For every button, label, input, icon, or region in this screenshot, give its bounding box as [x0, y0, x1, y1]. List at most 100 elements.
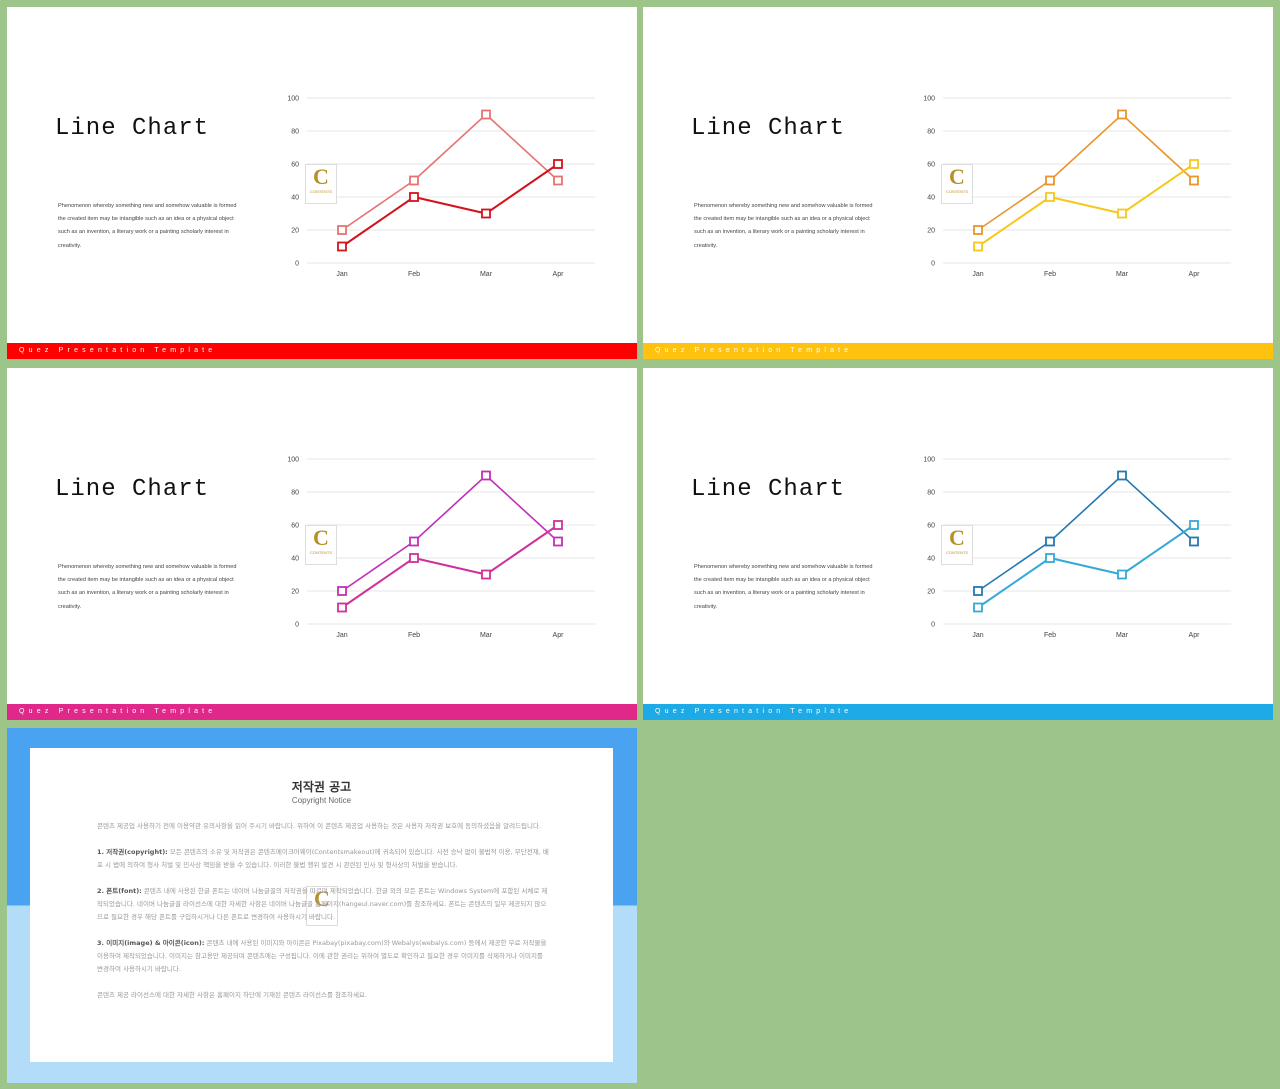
- data-point-marker: [1045, 553, 1055, 563]
- logo-letter: C: [313, 525, 329, 550]
- data-point-marker: [973, 602, 983, 613]
- logo: C CONTENTS: [305, 164, 337, 204]
- slide-magenta: Line Chart Phenomenon whereby something …: [7, 368, 637, 720]
- data-point-marker: [481, 470, 491, 481]
- copyright-item: 1. 저작권(copyright): 모든 콘텐츠의 소유 및 저작권은 콘텐츠…: [97, 846, 549, 872]
- series-line-2: [977, 163, 1195, 248]
- copyright-item: 2. 폰트(font): 콘텐츠 내에 사용된 한글 폰트는 네이버 나눔글꼴의…: [97, 885, 549, 924]
- y-tick-label: 40: [291, 195, 299, 202]
- x-tick-label: Feb: [1044, 632, 1056, 639]
- y-tick-label: 80: [927, 129, 935, 136]
- copyright-subtitle: Copyright Notice: [291, 796, 352, 805]
- y-tick-label: 0: [295, 622, 299, 629]
- data-point-marker: [1045, 192, 1055, 202]
- data-point-marker: [1045, 536, 1055, 547]
- y-tick-label: 60: [291, 162, 299, 169]
- data-point-marker: [337, 602, 347, 613]
- series-line-2: [341, 524, 559, 609]
- series-line-1: [977, 113, 1195, 231]
- data-point-marker: [409, 175, 419, 186]
- y-tick-label: 60: [927, 523, 935, 530]
- y-tick-label: 0: [295, 261, 299, 268]
- data-point-marker: [1117, 569, 1127, 580]
- data-point-marker: [973, 586, 983, 596]
- data-point-marker: [409, 536, 419, 547]
- x-tick-label: Feb: [408, 271, 420, 278]
- y-tick-label: 0: [931, 261, 935, 268]
- data-point-marker: [553, 159, 563, 169]
- slide-red: Line Chart Phenomenon whereby something …: [7, 7, 637, 359]
- y-tick-label: 80: [291, 129, 299, 136]
- y-tick-label: 20: [927, 228, 935, 235]
- series-line-2: [977, 524, 1195, 609]
- logo-letter: C: [313, 164, 329, 189]
- x-tick-label: Jan: [972, 271, 983, 278]
- logo-text: CONTENTS: [946, 189, 968, 194]
- x-tick-label: Feb: [408, 632, 420, 639]
- data-point-marker: [481, 109, 491, 120]
- item-label: 1. 저작권(copyright):: [97, 848, 168, 856]
- data-point-marker: [481, 208, 491, 219]
- y-tick-label: 100: [923, 457, 935, 464]
- y-tick-label: 80: [927, 490, 935, 497]
- x-tick-label: Mar: [480, 271, 493, 278]
- copyright-body: 콘텐츠 제공업 사용하기 전에 이용약관 유의사항을 읽어 주시기 바랍니다. …: [97, 820, 549, 1015]
- series-line-2: [341, 163, 559, 248]
- data-point-marker: [1189, 536, 1199, 547]
- y-tick-label: 100: [287, 96, 299, 103]
- data-point-marker: [1045, 175, 1055, 186]
- copyright-intro: 콘텐츠 제공업 사용하기 전에 이용약관 유의사항을 읽어 주시기 바랍니다. …: [97, 822, 542, 830]
- x-tick-label: Jan: [336, 271, 347, 278]
- data-point-marker: [553, 536, 563, 547]
- logo-text: CONTENTS: [310, 550, 332, 555]
- y-tick-label: 20: [291, 228, 299, 235]
- y-tick-label: 80: [291, 490, 299, 497]
- data-point-marker: [337, 586, 347, 596]
- y-tick-label: 100: [287, 457, 299, 464]
- data-point-marker: [553, 520, 563, 530]
- item-label: 3. 이미지(image) & 아이콘(icon):: [97, 939, 205, 947]
- y-tick-label: 40: [291, 556, 299, 563]
- y-tick-label: 20: [927, 589, 935, 596]
- x-tick-label: Mar: [480, 632, 493, 639]
- y-tick-label: 20: [291, 589, 299, 596]
- series-line-1: [341, 113, 559, 231]
- logo-text: CONTENTS: [946, 550, 968, 555]
- logo-letter: C: [949, 164, 965, 189]
- series-line-1: [341, 474, 559, 592]
- copyright-slide: 저작권 공고 Copyright Notice C 콘텐츠 제공업 사용하기 전…: [7, 728, 637, 1083]
- x-tick-label: Jan: [336, 632, 347, 639]
- logo: C CONTENTS: [305, 525, 337, 565]
- data-point-marker: [973, 225, 983, 235]
- copyright-closing: 콘텐츠 제공 라이선스에 대한 자세한 사항은 홈페이지 하단에 기재된 콘텐츠…: [97, 991, 367, 999]
- data-point-marker: [409, 553, 419, 563]
- data-point-marker: [1117, 109, 1127, 120]
- x-tick-label: Mar: [1116, 632, 1129, 639]
- data-point-marker: [481, 569, 491, 580]
- slide-blue: Line Chart Phenomenon whereby something …: [643, 368, 1273, 720]
- y-tick-label: 100: [923, 96, 935, 103]
- item-text: 콘텐츠 내에 사용된 한글 폰트는 네이버 나눔글꼴의 저작권을 따르며 제작되…: [97, 887, 548, 921]
- data-point-marker: [337, 225, 347, 235]
- x-tick-label: Apr: [553, 271, 565, 278]
- data-point-marker: [1117, 208, 1127, 219]
- logo: C CONTENTS: [941, 525, 973, 565]
- y-tick-label: 40: [927, 556, 935, 563]
- logo-text: CONTENTS: [310, 189, 332, 194]
- data-point-marker: [1117, 470, 1127, 481]
- copyright-title: 저작권 공고: [291, 780, 352, 794]
- logo-letter: C: [949, 525, 965, 550]
- copyright-item: 3. 이미지(image) & 아이콘(icon): 콘텐츠 내에 사용된 이미…: [97, 937, 549, 976]
- slide-yellow: Line Chart Phenomenon whereby something …: [643, 7, 1273, 359]
- copyright-card: 저작권 공고 Copyright Notice C 콘텐츠 제공업 사용하기 전…: [30, 748, 613, 1062]
- x-tick-label: Feb: [1044, 271, 1056, 278]
- logo: C CONTENTS: [941, 164, 973, 204]
- series-line-1: [977, 474, 1195, 592]
- data-point-marker: [1189, 175, 1199, 186]
- x-tick-label: Apr: [1189, 632, 1201, 639]
- data-point-marker: [337, 241, 347, 252]
- data-point-marker: [553, 175, 563, 186]
- data-point-marker: [1189, 159, 1199, 169]
- y-tick-label: 40: [927, 195, 935, 202]
- y-tick-label: 60: [291, 523, 299, 530]
